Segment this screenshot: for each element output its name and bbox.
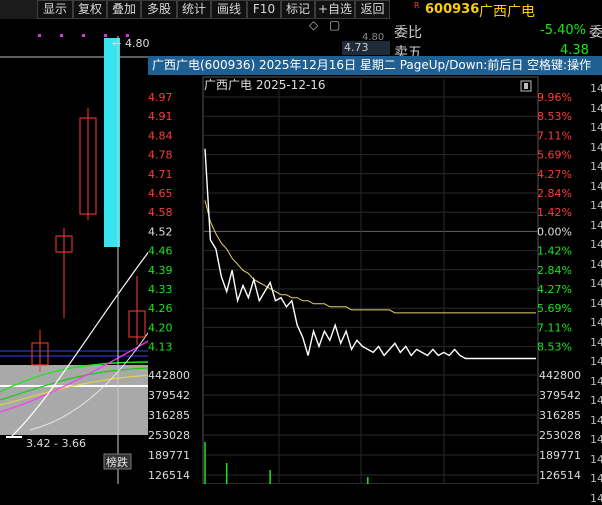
volume-tick-label: 442800	[148, 369, 190, 382]
price-tick-label: 4.97	[148, 91, 173, 104]
edge-label: 14	[590, 160, 602, 173]
pct-tick-label: 2.84%	[537, 264, 572, 277]
toolbar-statistics-button[interactable]: 统计	[177, 0, 211, 19]
pct-tick-label: 7.11%	[537, 129, 572, 142]
stock-code: 600936	[425, 2, 480, 17]
stock-name: 广西广电	[479, 4, 535, 20]
edge-label: 14	[590, 238, 602, 251]
pct-tick-label: 7.11%	[537, 321, 572, 334]
price-box: 4.73	[342, 41, 390, 55]
price-tick-label: 4.58	[148, 206, 173, 219]
price-tick-label: 4.26	[148, 302, 173, 315]
kline-chart[interactable]: ← 4.80 3.42 - 3.66 榜跌	[0, 19, 150, 484]
weibi-value: -5.40%	[540, 23, 586, 38]
limit-down-tag: 榜跌	[106, 455, 128, 469]
edge-label: 14	[590, 101, 602, 115]
diamond-icon[interactable]: ◇	[309, 19, 321, 31]
weicha-label-partial: 委	[589, 25, 602, 41]
price-tick-label: 4.52	[148, 225, 173, 238]
intraday-inner-title: 广西广电 2025-12-16	[204, 78, 326, 92]
edge-label: 14	[590, 121, 602, 134]
edge-label: 14	[590, 355, 602, 368]
volume-tick-label: 316285	[148, 409, 190, 422]
volume-tick-label-right: 442800	[539, 369, 581, 382]
collapse-icon[interactable]: ▢	[329, 19, 341, 31]
edge-label: 14	[590, 179, 602, 193]
edge-label: 14	[590, 472, 602, 485]
toolbar-draw-line-button[interactable]: 画线	[211, 0, 247, 19]
toolbar-adjust-button[interactable]: 复权	[73, 0, 107, 19]
edge-label: 14	[590, 277, 602, 290]
pct-tick-label: 2.84%	[537, 187, 572, 200]
price-tick-label: 4.46	[148, 245, 173, 258]
toolbar-back-button[interactable]: 返回	[355, 0, 390, 19]
edge-label: 14	[590, 413, 602, 427]
edge-label: 14	[590, 257, 602, 271]
chart-toolbar: 显示 复权 叠加 多股 统计 画线 F10 标记 +自选 返回	[0, 0, 390, 19]
toolbar-add-favorite-button[interactable]: +自选	[315, 0, 355, 19]
volume-tick-label-right: 189771	[539, 449, 581, 462]
edge-label: 14	[590, 491, 602, 505]
volume-tick-label: 126514	[148, 469, 190, 482]
volume-tick-label: 379542	[148, 389, 190, 402]
edge-label: 14	[590, 433, 602, 446]
price-tick-label: 4.20	[148, 321, 173, 334]
edge-label: 14	[590, 394, 602, 407]
edge-label: 14	[590, 316, 602, 329]
volume-tick-label-right: 379542	[539, 389, 581, 402]
pct-tick-label: 5.69%	[537, 149, 572, 162]
avg-price-line	[204, 200, 536, 314]
edge-label: 14	[590, 218, 602, 232]
toolbar-overlay-button[interactable]: 叠加	[107, 0, 141, 19]
price-tick-label: 4.13	[148, 341, 173, 354]
price-range-label: 3.42 - 3.66	[26, 437, 86, 450]
price-tick-label: 4.65	[148, 187, 173, 200]
pct-tick-label: 0.00%	[537, 225, 572, 238]
pct-tick-label: 5.69%	[537, 302, 572, 315]
price-tick-label: 4.39	[148, 264, 173, 277]
toolbar-multi-stock-button[interactable]: 多股	[141, 0, 177, 19]
volume-tick-label-right: 126514	[539, 469, 581, 482]
edge-label: 14	[590, 140, 602, 154]
pct-tick-label: 9.96%	[537, 91, 572, 104]
toolbar-f10-button[interactable]: F10	[247, 0, 281, 19]
pct-tick-label: 8.53%	[537, 110, 572, 123]
intraday-chart[interactable]: 广西广电 2025-12-16 4.97 4.91 4.84 4.78 4.71 4.65…	[148, 75, 602, 484]
edge-label: 14	[590, 82, 602, 95]
high-price-label: 4.80	[125, 37, 150, 50]
candles	[31, 38, 146, 372]
price-tick-label: 4.84	[148, 129, 173, 142]
toolbar-mark-button[interactable]: 标记	[281, 0, 315, 19]
volume-tick-label: 189771	[148, 449, 190, 462]
weibi-label: 委比	[394, 25, 422, 41]
volume-tick-label-right: 253028	[539, 429, 581, 442]
edge-label: 14	[590, 335, 602, 349]
pct-tick-label: 1.42%	[537, 206, 572, 219]
edge-label: 14	[590, 199, 602, 212]
price-tick-label: 4.33	[148, 283, 173, 296]
toolbar-display-button[interactable]: 显示	[37, 0, 73, 19]
pct-tick-label: 8.53%	[537, 341, 572, 354]
price-tick-label: 4.71	[148, 168, 173, 181]
price-tick-label: 4.78	[148, 149, 173, 162]
volume-tick-label-right: 316285	[539, 409, 581, 422]
pct-tick-label: 4.27%	[537, 168, 572, 181]
rong-tag: R	[414, 1, 420, 10]
edge-label: 14	[590, 374, 602, 388]
pct-tick-label: 4.27%	[537, 283, 572, 296]
edge-label: 14	[590, 296, 602, 310]
edge-label: 14	[590, 452, 602, 466]
pct-tick-label: 1.42%	[537, 245, 572, 258]
volume-tick-label: 253028	[148, 429, 190, 442]
popup-title[interactable]: 广西广电(600936) 2025年12月16日 星期二 PageUp/Down…	[148, 56, 602, 75]
price-tick-label: 4.91	[148, 110, 173, 123]
intraday-popup: 广西广电(600936) 2025年12月16日 星期二 PageUp/Down…	[148, 56, 602, 484]
high-price-marker: ←	[112, 37, 121, 50]
